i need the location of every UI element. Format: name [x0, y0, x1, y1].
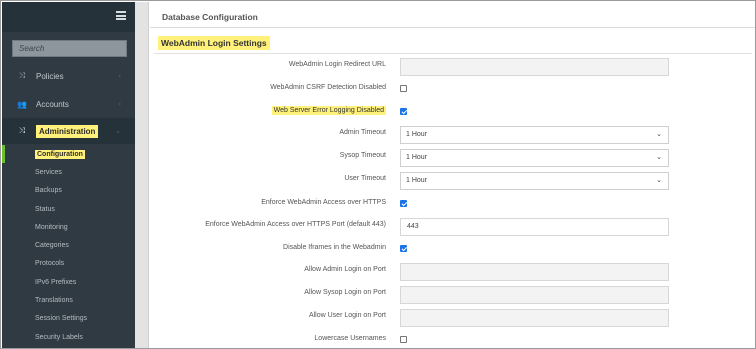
sidebar-header [2, 2, 135, 32]
disable-iframes-checkbox[interactable] [400, 245, 407, 252]
shuffle-icon: ⤨ [18, 126, 26, 135]
field-label: User Timeout [344, 175, 386, 182]
field-row: Allow Admin Login on Port [150, 261, 755, 281]
sysop-timeout-select[interactable]: 1 Hour ⌄ [400, 149, 669, 167]
field-row: Enforce WebAdmin Access over HTTPS Port … [150, 216, 755, 236]
field-label: Admin Timeout [339, 129, 386, 136]
page-title: Database Configuration [162, 12, 258, 22]
user-timeout-select[interactable]: 1 Hour ⌄ [400, 172, 669, 190]
field-row: Allow Sysop Login on Port [150, 284, 755, 304]
breadcrumb: Database Configuration [150, 2, 755, 28]
field-label: Lowercase Usernames [314, 335, 386, 342]
select-value: 1 Hour [406, 154, 428, 161]
chevron-down-icon: ⌄ [656, 131, 662, 138]
field-label: Allow Sysop Login on Port [304, 289, 386, 296]
submenu-item-ipv6-prefixes[interactable]: IPv6 Prefixes [2, 273, 135, 291]
users-icon: 👥 [17, 99, 27, 109]
field-row: Allow User Login on Port [150, 307, 755, 327]
sidebar-item-label: Administration [36, 124, 99, 138]
login-redirect-url-input[interactable] [400, 58, 669, 76]
field-label: Allow Admin Login on Port [304, 266, 386, 273]
field-label: Sysop Timeout [339, 152, 386, 159]
submenu-item-protocols[interactable]: Protocols [2, 255, 135, 273]
field-label: WebAdmin Login Redirect URL [288, 61, 386, 68]
section-title: WebAdmin Login Settings [158, 36, 270, 50]
sidebar-item-policies[interactable]: ⤨ Policies ‹ [2, 63, 135, 89]
chevron-left-icon: ‹ [118, 72, 121, 80]
field-row: Enforce WebAdmin Access over HTTPS [150, 194, 755, 214]
field-label: Disable Iframes in the Webadmin [283, 244, 386, 251]
field-row: User Timeout 1 Hour ⌄ [150, 170, 755, 190]
error-logging-disabled-checkbox[interactable] [400, 108, 407, 115]
chevron-down-icon: ⌄ [656, 154, 662, 161]
search-input[interactable]: Search [12, 40, 127, 57]
sidebar-item-accounts[interactable]: 👥 Accounts ‹ [2, 91, 135, 117]
enforce-https-checkbox[interactable] [400, 200, 407, 207]
admin-timeout-select[interactable]: 1 Hour ⌄ [400, 126, 669, 144]
submenu-item-configuration[interactable]: Configuration [2, 145, 135, 164]
user-login-port-input[interactable] [400, 309, 669, 327]
https-port-input[interactable]: 443 [400, 218, 669, 236]
field-label: Enforce WebAdmin Access over HTTPS [261, 199, 386, 206]
main-content: Database Configuration WebAdmin Login Se… [150, 2, 755, 348]
field-label: WebAdmin CSRF Detection Disabled [270, 84, 386, 91]
field-row: WebAdmin Login Redirect URL [150, 56, 755, 76]
sidebar-divider [135, 2, 149, 348]
submenu-item-session-settings[interactable]: Session Settings [2, 310, 135, 328]
field-row: WebAdmin CSRF Detection Disabled [150, 79, 755, 99]
administration-submenu: Configuration Services Backups Status Mo… [2, 145, 135, 346]
submenu-item-security-labels[interactable]: Security Labels [2, 328, 135, 346]
field-row: Sysop Timeout 1 Hour ⌄ [150, 147, 755, 167]
chevron-down-icon: ⌄ [656, 177, 662, 184]
submenu-item-translations[interactable]: Translations [2, 291, 135, 309]
section-divider [154, 53, 752, 54]
field-label: Enforce WebAdmin Access over HTTPS Port … [205, 221, 386, 228]
app-window: Search ⤨ Policies ‹ 👥 Accounts ‹ ⤨ Admin… [0, 0, 756, 349]
csrf-detection-disabled-checkbox[interactable] [400, 85, 407, 92]
sidebar-item-label: Policies [36, 71, 64, 81]
sysop-login-port-input[interactable] [400, 286, 669, 304]
submenu-item-services[interactable]: Services [2, 163, 135, 181]
submenu-label: Configuration [35, 149, 85, 159]
submenu-item-categories[interactable]: Categories [2, 236, 135, 254]
sidebar: Search ⤨ Policies ‹ 👥 Accounts ‹ ⤨ Admin… [2, 2, 135, 348]
hamburger-menu-icon[interactable] [116, 11, 126, 20]
select-value: 1 Hour [406, 131, 428, 138]
field-row: Lowercase Usernames [150, 330, 755, 348]
sidebar-item-administration[interactable]: ⤨ Administration ⌄ [2, 118, 135, 144]
field-row: Web Server Error Logging Disabled [150, 102, 755, 122]
submenu-item-status[interactable]: Status [2, 200, 135, 218]
field-label: Web Server Error Logging Disabled [271, 106, 386, 115]
submenu-item-monitoring[interactable]: Monitoring [2, 218, 135, 236]
chevron-down-icon: ⌄ [115, 128, 121, 135]
field-label: Allow User Login on Port [308, 312, 386, 319]
lowercase-usernames-checkbox[interactable] [400, 336, 407, 343]
sidebar-item-label: Accounts [36, 99, 69, 109]
shuffle-icon: ⤨ [18, 71, 26, 80]
select-value: 1 Hour [406, 177, 428, 184]
field-row: Disable Iframes in the Webadmin [150, 239, 755, 259]
field-row: Admin Timeout 1 Hour ⌄ [150, 124, 755, 144]
chevron-left-icon: ‹ [118, 100, 121, 108]
admin-login-port-input[interactable] [400, 263, 669, 281]
submenu-item-backups[interactable]: Backups [2, 182, 135, 200]
